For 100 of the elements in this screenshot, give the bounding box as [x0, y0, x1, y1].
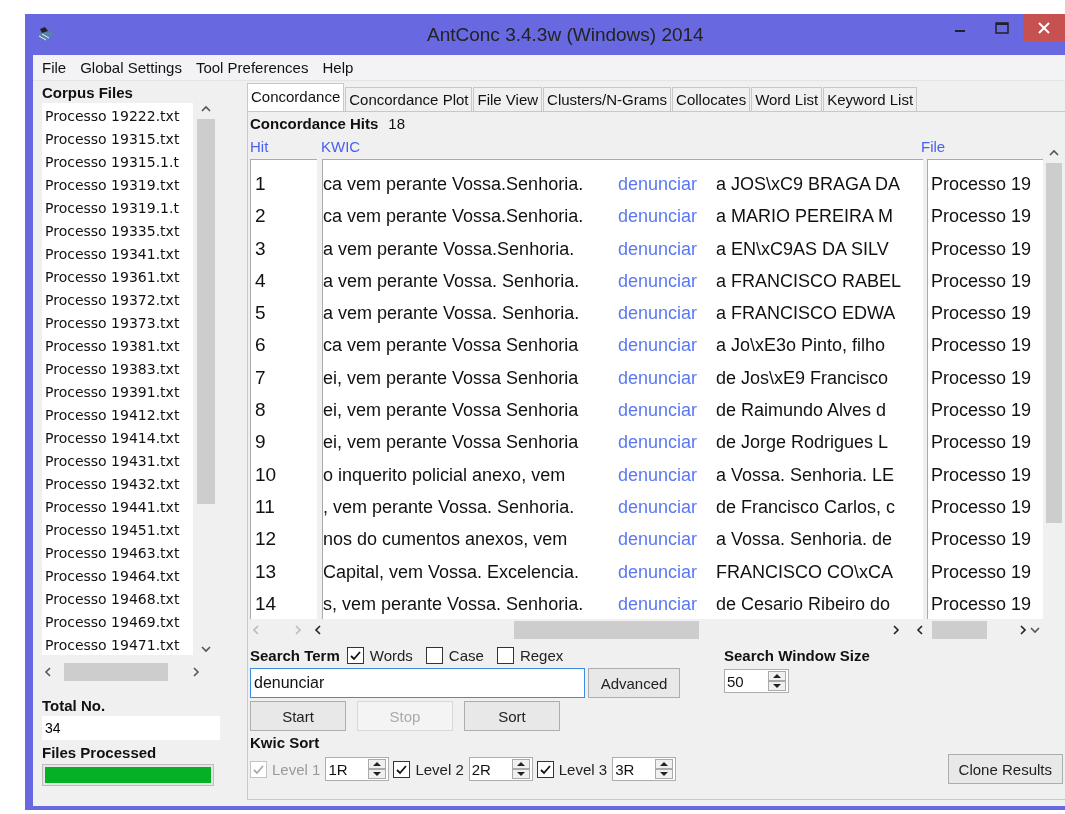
tab[interactable]: Collocates: [672, 87, 751, 111]
tab[interactable]: Keyword List: [823, 87, 918, 111]
file-item[interactable]: Processo 19431.txt: [42, 450, 193, 473]
file-name: Processo 19: [931, 463, 1033, 487]
keyword[interactable]: denunciar: [618, 264, 716, 298]
scroll-left-icon[interactable]: [42, 666, 54, 678]
file-item[interactable]: Processo 19315.1.t: [42, 151, 193, 174]
scroll-left-icon[interactable]: [312, 624, 324, 636]
right-context: de Cesario Ribeiro do: [716, 592, 891, 616]
tab[interactable]: Clusters/N-Grams: [543, 87, 672, 111]
left-context: ei, vem perante Vossa Senhoria: [323, 431, 580, 455]
file-item[interactable]: Processo 19315.txt: [42, 128, 193, 151]
file-item[interactable]: Processo 19414.txt: [42, 427, 193, 450]
keyword[interactable]: denunciar: [618, 168, 716, 201]
column-header[interactable]: Hit: [250, 138, 321, 155]
file-item[interactable]: Processo 19319.1.t: [42, 197, 193, 220]
file-item[interactable]: Processo 19463.txt: [42, 542, 193, 565]
file-item[interactable]: Processo 19222.txt: [42, 105, 193, 128]
window-size-spinner[interactable]: 50: [724, 669, 789, 693]
close-button[interactable]: [1023, 14, 1065, 41]
tab[interactable]: Concordance Plot: [345, 87, 473, 111]
keyword[interactable]: denunciar: [618, 555, 716, 588]
keyword[interactable]: denunciar: [618, 361, 716, 395]
file-item[interactable]: Processo 19464.txt: [42, 565, 193, 588]
file-item[interactable]: Processo 19412.txt: [42, 404, 193, 427]
clone-results-button[interactable]: Clone Results: [947, 754, 1063, 784]
keyword[interactable]: denunciar: [618, 587, 716, 619]
column-header[interactable]: File: [921, 138, 946, 155]
scroll-left-icon[interactable]: [914, 624, 926, 636]
file-name: Processo 19: [931, 366, 1033, 390]
left-context: nos do cumentos anexos, vem: [323, 528, 569, 552]
keyword[interactable]: denunciar: [618, 329, 716, 362]
hit-number: 10: [255, 462, 278, 487]
keyword[interactable]: denunciar: [618, 490, 716, 524]
keyword[interactable]: denunciar: [618, 394, 716, 427]
right-context: a JOS\xC9 BRAGA DA: [716, 173, 901, 196]
hit-number: 6: [255, 333, 267, 358]
keyword[interactable]: denunciar: [618, 297, 716, 330]
tab[interactable]: Concordance: [247, 83, 345, 111]
tab[interactable]: File View: [473, 87, 543, 111]
keyword[interactable]: denunciar: [618, 232, 716, 265]
scrollbar[interactable]: [914, 621, 1029, 639]
keyword[interactable]: denunciar: [618, 523, 716, 556]
left-context: a vem perante Vossa. Senhoria.: [323, 269, 581, 293]
scroll-right-icon[interactable]: [1017, 624, 1029, 636]
file-item[interactable]: Processo 19432.txt: [42, 473, 193, 496]
file-name: Processo 19: [931, 205, 1033, 229]
file-item[interactable]: Processo 19468.txt: [42, 588, 193, 611]
level-label: Level 1: [272, 760, 321, 778]
option-label: Case: [448, 647, 484, 664]
file-item[interactable]: Processo 19471.txt: [42, 634, 193, 655]
spin-arrows-icon[interactable]: [768, 671, 786, 691]
file-name: Processo 19: [931, 431, 1033, 455]
left-context: a vem perante Vossa. Senhoria.: [323, 302, 581, 326]
checkbox[interactable]: [496, 647, 514, 664]
keyword[interactable]: denunciar: [618, 200, 716, 233]
checkbox[interactable]: [346, 647, 364, 664]
checkbox[interactable]: [425, 647, 443, 664]
menu-item[interactable]: Help: [317, 59, 363, 76]
file-item[interactable]: Processo 19381.txt: [42, 335, 193, 358]
left-context: ca vem perante Vossa Senhoria: [323, 334, 580, 358]
hit-number: 14: [255, 591, 278, 616]
tab[interactable]: Word List: [751, 87, 823, 111]
menu-item[interactable]: Global Settings: [75, 59, 191, 76]
file-item[interactable]: Processo 19319.txt: [42, 174, 193, 197]
scroll-right-icon[interactable]: [890, 624, 902, 636]
spin-arrows-icon[interactable]: [368, 759, 387, 779]
menu-item[interactable]: Tool Preferences: [190, 59, 318, 76]
search-field[interactable]: denunciar: [250, 668, 585, 698]
level-spinner[interactable]: 2R: [468, 757, 533, 781]
keyword[interactable]: denunciar: [618, 458, 716, 491]
file-item[interactable]: Processo 19441.txt: [42, 496, 193, 519]
spin-arrows-icon[interactable]: [511, 759, 530, 779]
maximize-icon[interactable]: [995, 21, 1009, 34]
file-item[interactable]: Processo 19451.txt: [42, 519, 193, 542]
checkbox[interactable]: [393, 760, 411, 778]
file-item[interactable]: Processo 19383.txt: [42, 358, 193, 381]
file-item[interactable]: Processo 19335.txt: [42, 220, 193, 243]
level-spinner[interactable]: 3R: [612, 757, 677, 781]
file-item[interactable]: Processo 19372.txt: [42, 289, 193, 312]
checkbox[interactable]: [536, 760, 554, 778]
menu-item[interactable]: File: [37, 59, 76, 76]
scroll-down-icon[interactable]: [1029, 624, 1041, 636]
spin-arrows-icon[interactable]: [655, 759, 674, 779]
hits-count: 18: [388, 115, 406, 132]
keyword[interactable]: denunciar: [618, 426, 716, 459]
action-button[interactable]: Sort: [464, 701, 560, 731]
column-header[interactable]: KWIC: [321, 138, 921, 155]
file-item[interactable]: Processo 19391.txt: [42, 381, 193, 404]
action-button[interactable]: Start: [250, 701, 346, 731]
scrollbar[interactable]: [312, 621, 902, 639]
file-name: Processo 19: [931, 302, 1033, 326]
scroll-down-icon[interactable]: [200, 643, 212, 655]
scroll-right-icon[interactable]: [190, 666, 202, 678]
file-item[interactable]: Processo 19373.txt: [42, 312, 193, 335]
file-name: Processo 19: [931, 334, 1033, 358]
advanced-button[interactable]: Advanced: [588, 668, 680, 698]
file-item[interactable]: Processo 19341.txt: [42, 243, 193, 266]
file-item[interactable]: Processo 19361.txt: [42, 266, 193, 289]
file-item[interactable]: Processo 19469.txt: [42, 611, 193, 634]
